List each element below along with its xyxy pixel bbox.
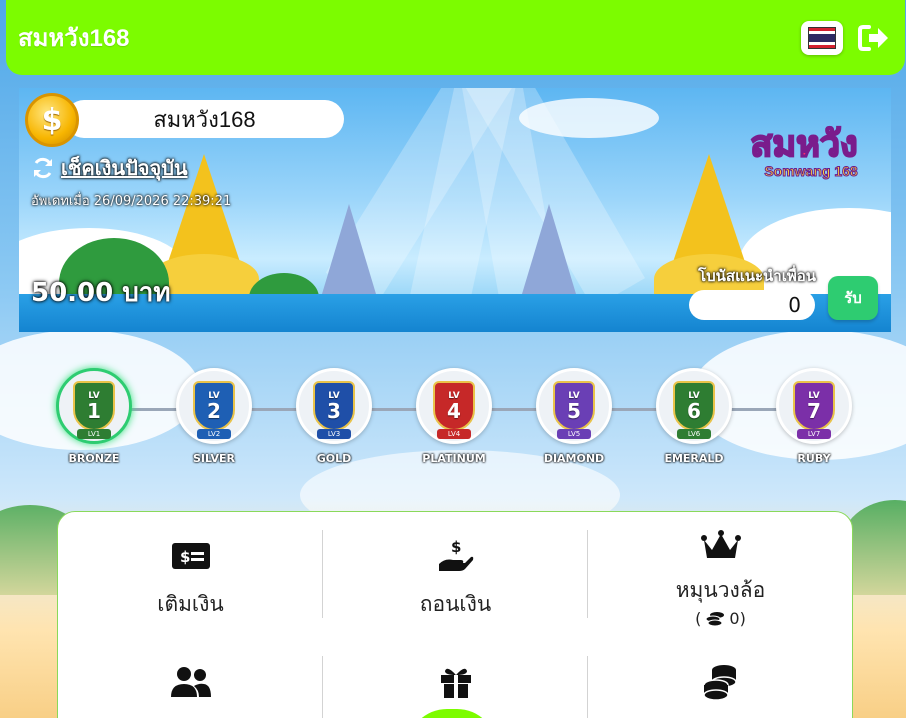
level-ribbon: LV5 — [557, 429, 591, 439]
referral-bonus-value: 0 — [689, 290, 815, 320]
level-5[interactable]: LV 5 LV5 DIAMOND — [534, 368, 614, 465]
level-badge-icon: LV 5 LV5 — [536, 368, 612, 444]
top-actions — [801, 20, 891, 55]
gift-icon — [440, 668, 471, 698]
level-shield: LV 4 — [433, 381, 475, 431]
level-shield: LV 6 — [673, 381, 715, 431]
level-ribbon: LV2 — [197, 429, 231, 439]
dollar-coin-icon: $ — [25, 93, 79, 147]
level-ribbon: LV7 — [797, 429, 831, 439]
level-7[interactable]: LV 7 LV7 RUBY — [774, 368, 854, 465]
referral-bonus-label: โบนัสแนะนำเพื่อน — [698, 267, 816, 285]
level-shield: LV 2 — [193, 381, 235, 431]
level-ribbon: LV1 — [77, 429, 111, 439]
logo-subtext: Somwang 168 — [764, 163, 858, 179]
money-bill-icon: $ — [171, 543, 210, 569]
level-name: GOLD — [316, 452, 352, 465]
level-badge-icon: LV 6 LV6 — [656, 368, 732, 444]
spin-wheel-label: หมุนวงล้อ — [675, 579, 766, 602]
spin-coins-count: 0) — [729, 609, 746, 628]
users-icon — [170, 667, 211, 697]
level-3[interactable]: LV 3 LV3 GOLD — [294, 368, 374, 465]
level-shield-number: 7 — [807, 398, 821, 423]
level-name: RUBY — [797, 452, 831, 465]
check-balance-link[interactable]: เช็คเงินปัจจุบัน — [31, 152, 188, 184]
level-name: PLATINUM — [422, 452, 486, 465]
center-action-button[interactable] — [407, 709, 497, 718]
refresh-icon — [34, 157, 52, 179]
brand-logo: สมหวัง Somwang 168 — [749, 122, 858, 180]
level-2[interactable]: LV 2 LV2 SILVER — [174, 368, 254, 465]
level-shield-number: 1 — [87, 398, 101, 423]
level-badge-icon: LV 4 LV4 — [416, 368, 492, 444]
level-badge-icon: LV 2 LV2 — [176, 368, 252, 444]
vip-level-track: LV 1 LV1 BRONZE LV 2 LV2 SILVER LV 3 LV3 GOLD LV 4 LV4… — [0, 368, 906, 478]
level-name: BRONZE — [68, 452, 120, 465]
gift-menu-button[interactable] — [323, 662, 588, 702]
level-shield: LV 5 — [553, 381, 595, 431]
level-shield: LV 7 — [793, 381, 835, 431]
spin-coins-open: ( — [695, 609, 702, 628]
wallet-banner: สมหวัง168 $ เช็คเงินปัจจุบัน อัพเดทเมื่อ… — [19, 88, 891, 332]
svg-text:$: $ — [451, 538, 461, 556]
level-shield-number: 5 — [567, 398, 581, 423]
balance-amount: 50.00 บาท — [31, 278, 171, 308]
logout-button[interactable] — [857, 21, 891, 55]
spin-wheel-button[interactable]: หมุนวงล้อ ( 0) — [588, 526, 853, 628]
level-shield-number: 2 — [207, 398, 221, 423]
coin-stack-icon — [702, 665, 737, 701]
coins-menu-button[interactable] — [588, 662, 853, 702]
top-navigation-bar: สมหวัง168 — [6, 0, 905, 75]
level-1[interactable]: LV 1 LV1 BRONZE — [54, 368, 134, 465]
referral-menu-button[interactable] — [58, 662, 323, 702]
deposit-label: เติมเงิน — [157, 593, 224, 616]
thailand-flag-icon — [808, 26, 836, 49]
level-shield: LV 1 — [73, 381, 115, 431]
last-updated-text: อัพเดทเมื่อ 26/09/2026 22:39:21 — [31, 194, 232, 209]
level-name: DIAMOND — [543, 452, 605, 465]
withdraw-button[interactable]: $ ถอนเงิน — [323, 536, 588, 621]
level-badge-icon: LV 7 LV7 — [776, 368, 852, 444]
level-shield-number: 4 — [447, 398, 461, 423]
level-badge-icon: LV 3 LV3 — [296, 368, 372, 444]
level-shield-number: 3 — [327, 398, 341, 423]
claim-bonus-button[interactable]: รับ — [828, 276, 878, 320]
level-shield: LV 3 — [313, 381, 355, 431]
hand-holding-dollar-icon: $ — [438, 538, 473, 571]
level-ribbon: LV6 — [677, 429, 711, 439]
level-name: SILVER — [192, 452, 235, 465]
menu-card: $ เติมเงิน $ ถอนเงิน หมุนวงล้อ (0) — [57, 511, 853, 718]
brand-name[interactable]: สมหวัง168 — [18, 18, 130, 57]
banner-cloud — [519, 98, 659, 138]
level-4[interactable]: LV 4 LV4 PLATINUM — [414, 368, 494, 465]
logo-text: สมหวัง — [750, 123, 857, 164]
check-balance-label: เช็คเงินปัจจุบัน — [61, 156, 188, 180]
username: สมหวัง168 — [153, 106, 256, 132]
level-badge-icon: LV 1 LV1 — [56, 368, 132, 444]
withdraw-label: ถอนเงิน — [419, 593, 492, 616]
svg-text:$: $ — [180, 548, 190, 566]
distant-pagoda — [519, 204, 579, 304]
coins-icon — [705, 611, 725, 626]
level-6[interactable]: LV 6 LV6 EMERALD — [654, 368, 734, 465]
deposit-button[interactable]: $ เติมเงิน — [58, 536, 323, 621]
spin-coins: ( 0) — [695, 609, 746, 628]
language-button[interactable] — [801, 20, 843, 55]
level-ribbon: LV3 — [317, 429, 351, 439]
username-pill: สมหวัง168 — [65, 100, 344, 138]
level-shield-number: 6 — [687, 398, 701, 423]
level-ribbon: LV4 — [437, 429, 471, 439]
crown-icon — [700, 530, 741, 558]
level-name: EMERALD — [664, 452, 724, 465]
sign-out-icon — [858, 24, 888, 51]
distant-pagoda — [319, 204, 379, 304]
